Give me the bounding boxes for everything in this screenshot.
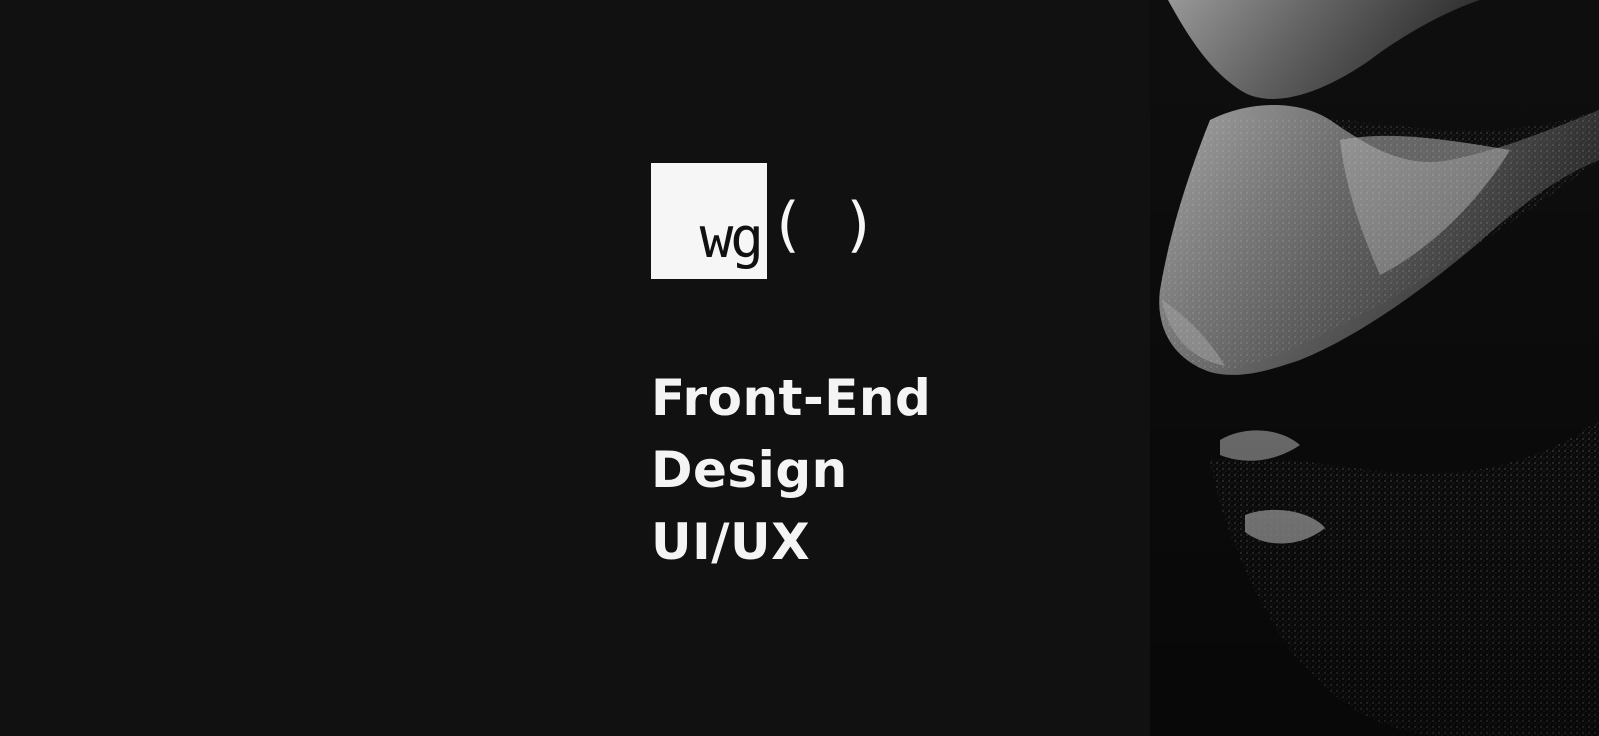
headline-line-ui-ux: UI/UX xyxy=(651,513,811,571)
logo-mark: wg xyxy=(699,206,764,271)
headline: Front-End Design UI/UX xyxy=(651,362,931,578)
logo-parens: ( ) xyxy=(769,190,878,260)
brand-logo[interactable]: wg ( ) xyxy=(651,163,877,279)
hero-banner: wg ( ) Front-End Design UI/UX xyxy=(0,0,1599,736)
headline-line-design: Design xyxy=(651,441,848,499)
face-profile-photo xyxy=(1150,0,1599,736)
logo-box: wg xyxy=(651,163,767,279)
headline-line-front-end: Front-End xyxy=(651,369,932,427)
